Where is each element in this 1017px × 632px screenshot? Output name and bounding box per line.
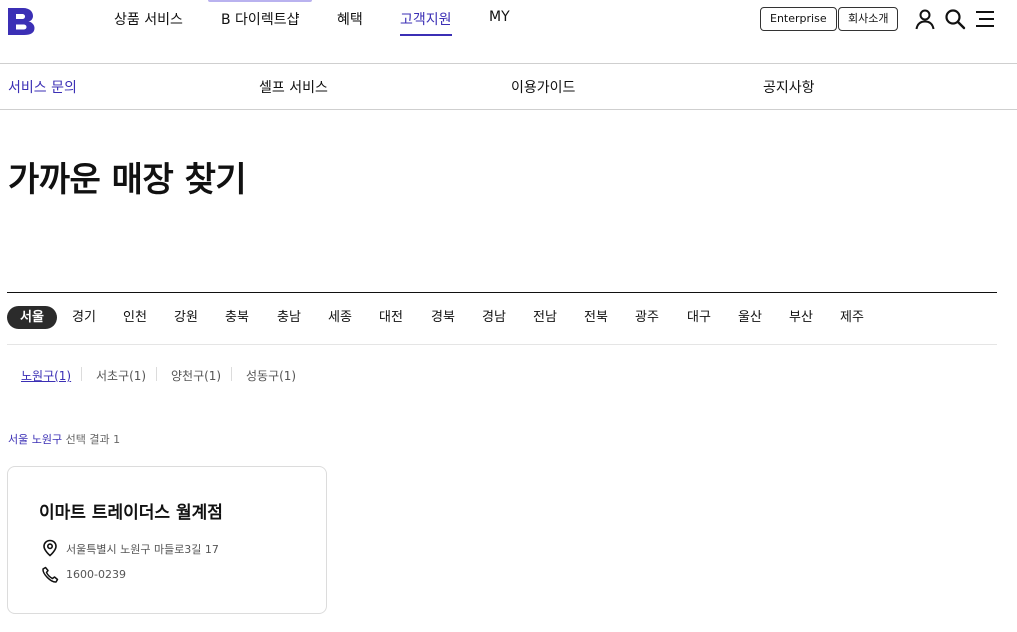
region-tab-gyeongnam[interactable]: 경남 [482,306,506,329]
region-top-divider [7,292,997,293]
page-title: 가까운 매장 찾기 [8,160,247,200]
region-bottom-divider [7,344,997,345]
site-header: 상품 서비스 B 다이렉트샵 혜택 고객지원 MY Enterprise 회사소… [0,0,1017,64]
region-tab-chungbuk[interactable]: 충북 [225,306,249,329]
company-button[interactable]: 회사소개 [838,7,899,31]
store-phone[interactable]: 1600-0239 [66,568,126,581]
region-tab-daejeon[interactable]: 대전 [379,306,403,329]
store-address: 서울특별시 노원구 마들로3길 17 [66,543,219,556]
region-tab-busan[interactable]: 부산 [789,306,813,329]
region-tab-seoul[interactable]: 서울 [7,306,57,329]
user-icon[interactable] [914,8,936,30]
region-tab-gangwon[interactable]: 강원 [174,306,198,329]
subnav-usage-guide[interactable]: 이용가이드 [511,77,575,97]
support-subnav: 서비스 문의 셀프 서비스 이용가이드 공지사항 [0,64,1017,110]
nav-support[interactable]: 고객지원 [400,9,452,36]
region-tab-jeonnam[interactable]: 전남 [533,306,557,329]
region-tab-jeonbuk[interactable]: 전북 [584,306,608,329]
search-icon[interactable] [944,8,966,30]
result-summary: 서울 노원구 선택 결과 1 [8,431,120,447]
district-tab-nowon[interactable]: 노원구(1) [21,367,71,384]
district-tab-seocho[interactable]: 서초구(1) [96,367,146,384]
region-tab-gwangju[interactable]: 광주 [635,306,659,329]
nav-benefits[interactable]: 혜택 [337,9,363,29]
region-tab-incheon[interactable]: 인천 [123,306,147,329]
nav-my[interactable]: MY [489,9,510,25]
district-separator [231,367,232,381]
menu-icon[interactable] [974,8,996,30]
store-card[interactable]: 이마트 트레이더스 월계점 서울특별시 노원구 마들로3길 17 1600-02… [7,466,327,614]
result-highlight: 서울 노원구 [8,433,63,446]
region-tab-chungnam[interactable]: 충남 [277,306,301,329]
subnav-service-inquiry[interactable]: 서비스 문의 [8,77,77,97]
region-tab-sejong[interactable]: 세종 [328,306,352,329]
region-tab-gyeongbuk[interactable]: 경북 [431,306,455,329]
nav-products[interactable]: 상품 서비스 [114,9,183,29]
direct-shop-highlight [208,0,312,2]
result-suffix: 선택 결과 1 [62,433,121,446]
district-separator [81,367,82,381]
store-name: 이마트 트레이더스 월계점 [39,503,223,523]
district-tab-yangcheon[interactable]: 양천구(1) [171,367,221,384]
region-tab-gyeonggi[interactable]: 경기 [72,306,96,329]
region-tab-ulsan[interactable]: 울산 [738,306,762,329]
region-tab-jeju[interactable]: 제주 [840,306,864,329]
subnav-notice[interactable]: 공지사항 [763,77,815,97]
phone-icon [42,566,59,583]
subnav-self-service[interactable]: 셀프 서비스 [259,77,328,97]
region-tab-daegu[interactable]: 대구 [687,306,711,329]
location-pin-icon [43,539,57,557]
nav-direct-shop[interactable]: B 다이렉트샵 [221,9,299,29]
brand-logo[interactable] [6,6,36,36]
district-tab-seongdong[interactable]: 성동구(1) [246,367,296,384]
district-separator [156,367,157,381]
enterprise-button[interactable]: Enterprise [760,7,837,31]
